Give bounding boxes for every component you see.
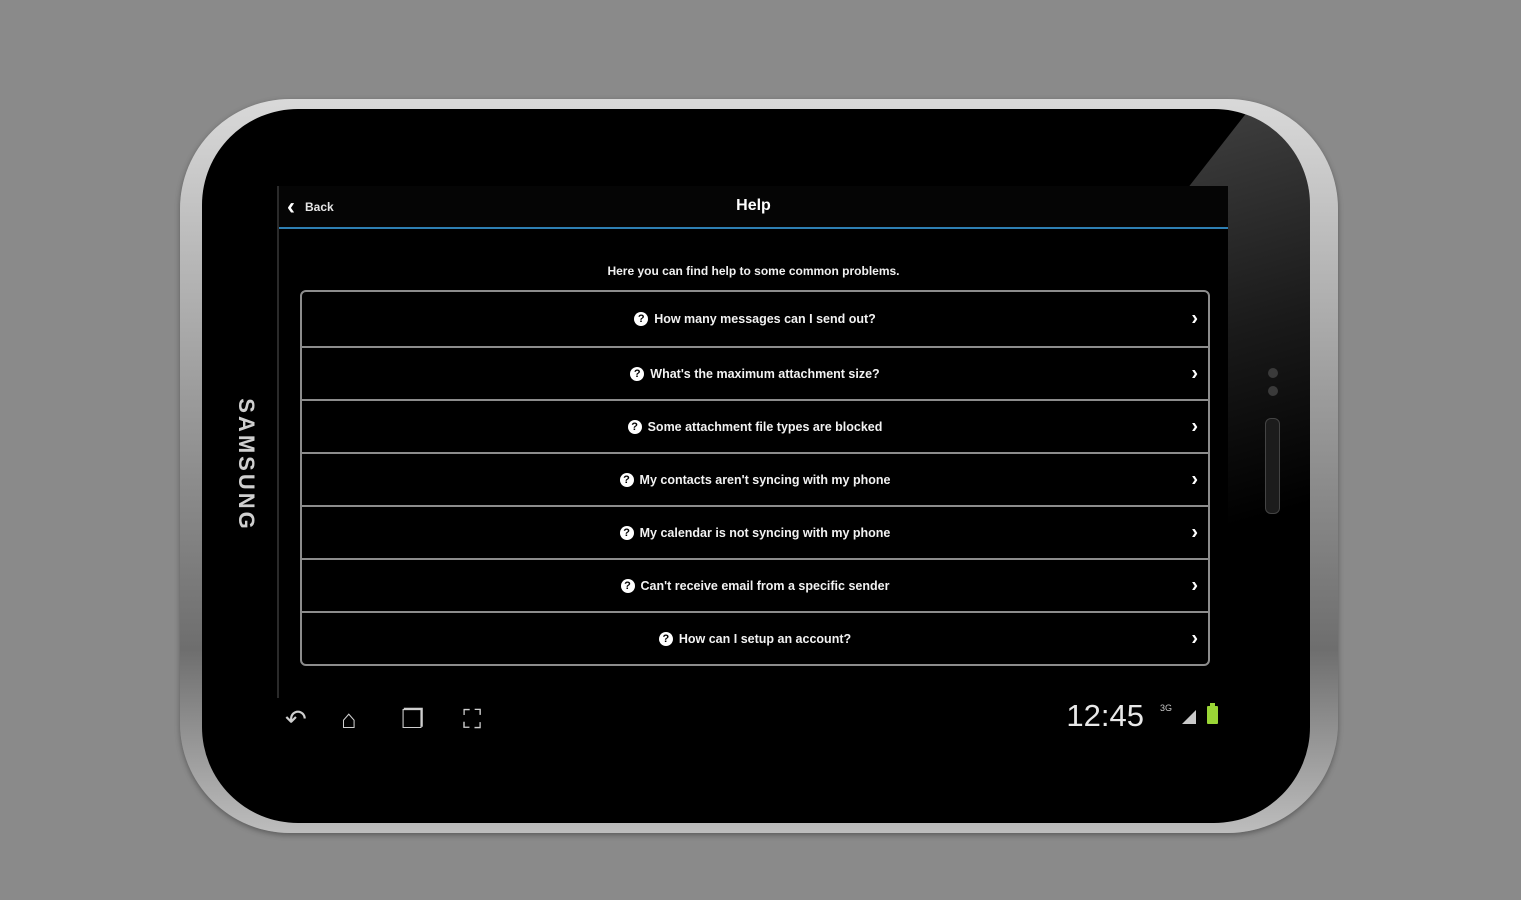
screenshot-icon[interactable]: ⛶ [463,704,481,736]
network-type-icon: 3G [1159,703,1172,713]
question-icon: ? [620,578,635,593]
front-sensor-top [1268,368,1278,378]
faq-item-setup-account[interactable]: ? How can I setup an account? › [302,611,1208,664]
question-icon: ? [634,312,649,326]
faq-item-messages[interactable]: ? How many messages can I send out? › [302,292,1208,346]
recent-apps-icon[interactable]: ❐ [401,704,424,735]
side-speaker-slot [1265,418,1280,514]
faq-item-blocked-file-types[interactable]: ? Some attachment file types are blocked… [302,399,1208,452]
chevron-right-icon: › [1191,468,1198,490]
faq-question: My calendar is not syncing with my phone [639,525,891,540]
status-clock: 12:45 [1066,698,1144,733]
chevron-right-icon: › [1191,362,1198,384]
front-sensor-bottom [1268,386,1278,396]
question-icon: ? [627,419,642,434]
faq-question: What's the maximum attachment size? [650,366,880,381]
signal-icon [1182,710,1196,724]
chevron-right-icon: › [1191,415,1198,437]
help-intro-text: Here you can find help to some common pr… [607,264,900,278]
chevron-right-icon: › [1191,627,1198,649]
question-icon: ? [658,631,673,646]
back-nav-icon[interactable]: ↶ [285,704,307,735]
faq-question: How many messages can I send out? [654,312,876,326]
faq-item-contacts-sync[interactable]: ? My contacts aren't syncing with my pho… [302,452,1208,505]
faq-question: How can I setup an account? [678,631,852,646]
app-header: ‹ Back Help [279,186,1228,229]
home-icon[interactable]: ⌂ [341,704,357,735]
battery-icon [1207,703,1218,724]
chevron-right-icon: › [1191,307,1198,330]
faq-item-attachment-size[interactable]: ? What's the maximum attachment size? › [302,346,1208,399]
faq-list: ? How many messages can I send out? › ? … [300,290,1210,666]
faq-question: My contacts aren't syncing with my phone [639,472,891,487]
chevron-right-icon: › [1191,574,1198,596]
question-icon: ? [619,525,634,540]
faq-item-calendar-sync[interactable]: ? My calendar is not syncing with my pho… [302,505,1208,558]
faq-question: Some attachment file types are blocked [647,419,883,434]
system-nav-bar: ↶ ⌂ ❐ ⛶ 12:45 3G [277,698,1226,738]
chevron-right-icon: › [1191,521,1198,543]
device-brand-logo: SAMSUNG [234,398,259,532]
page-title: Help [736,197,771,214]
faq-question: Can't receive email from a specific send… [640,578,890,593]
app-screen: ‹ Back Help Here you can find help to so… [277,186,1228,698]
faq-item-specific-sender[interactable]: ? Can't receive email from a specific se… [302,558,1208,611]
question-icon: ? [630,366,645,381]
question-icon: ? [619,472,634,487]
